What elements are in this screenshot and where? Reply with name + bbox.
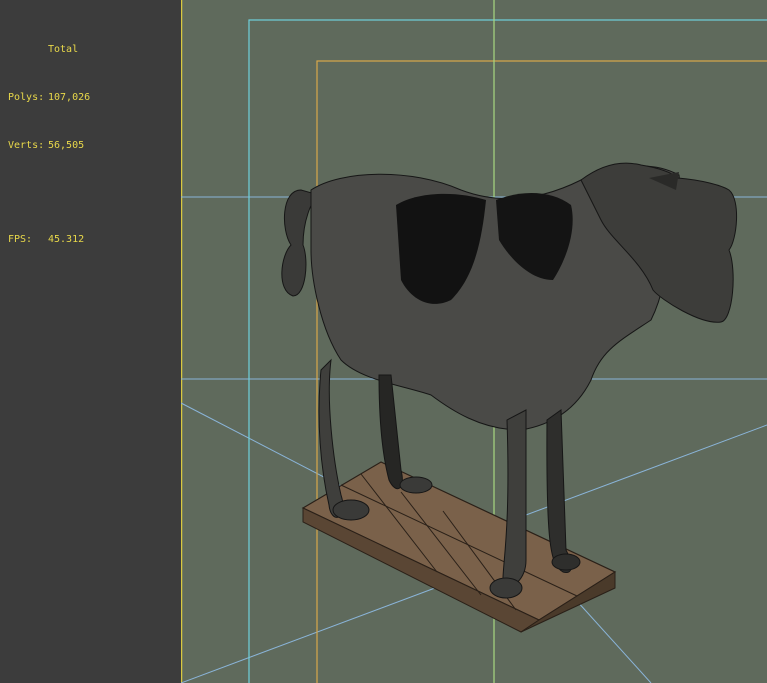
viewport-statistics: Total Polys: 107,026 Verts: 56,505 FPS: 45.… [8, 10, 90, 280]
viewport-stats-panel: Total Polys: 107,026 Verts: 56,505 FPS: 45.… [0, 0, 181, 683]
fps-row: FPS: 45.312 [8, 232, 90, 248]
polys-label: Polys: [8, 92, 45, 103]
verts-value: 56,505 [48, 140, 85, 151]
polys-row: Polys: 107,026 [8, 90, 90, 106]
fps-label: FPS: [8, 234, 33, 245]
stats-spacer [8, 186, 90, 200]
3d-viewport[interactable] [181, 0, 767, 683]
statue-base [301, 461, 617, 633]
verts-row: Verts: 56,505 [8, 138, 90, 154]
verts-label: Verts: [8, 140, 45, 151]
polys-value: 107,026 [48, 92, 91, 103]
viewport-scene [181, 0, 767, 683]
fps-value: 45.312 [48, 234, 85, 245]
stats-title: Total [48, 44, 79, 55]
